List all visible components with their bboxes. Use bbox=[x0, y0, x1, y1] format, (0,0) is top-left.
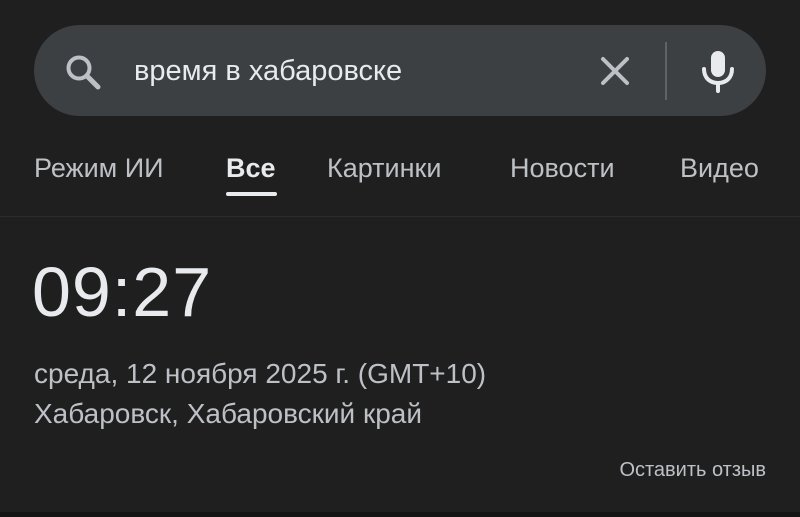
feedback-link[interactable]: Оставить отзыв bbox=[619, 456, 766, 484]
tab-images[interactable]: Картинки bbox=[327, 150, 441, 186]
search-input[interactable] bbox=[134, 50, 554, 92]
location-label: Хабаровск, Хабаровский край bbox=[34, 398, 422, 429]
microphone-icon[interactable] bbox=[697, 48, 739, 94]
current-time: 09:27 bbox=[32, 253, 213, 331]
card-bottom-divider bbox=[0, 512, 800, 517]
tabs-divider bbox=[0, 216, 800, 217]
tab-ai-mode[interactable]: Режим ИИ bbox=[34, 150, 164, 186]
search-icon bbox=[66, 55, 101, 90]
current-date: среда, 12 ноября 2025 г. (GMT+10) bbox=[34, 358, 487, 389]
tab-all[interactable]: Все bbox=[226, 150, 276, 186]
active-tab-indicator bbox=[226, 192, 277, 196]
tab-videos[interactable]: Видео bbox=[680, 150, 759, 186]
search-divider bbox=[665, 42, 667, 100]
close-icon[interactable] bbox=[594, 50, 636, 92]
tab-news[interactable]: Новости bbox=[510, 150, 615, 186]
